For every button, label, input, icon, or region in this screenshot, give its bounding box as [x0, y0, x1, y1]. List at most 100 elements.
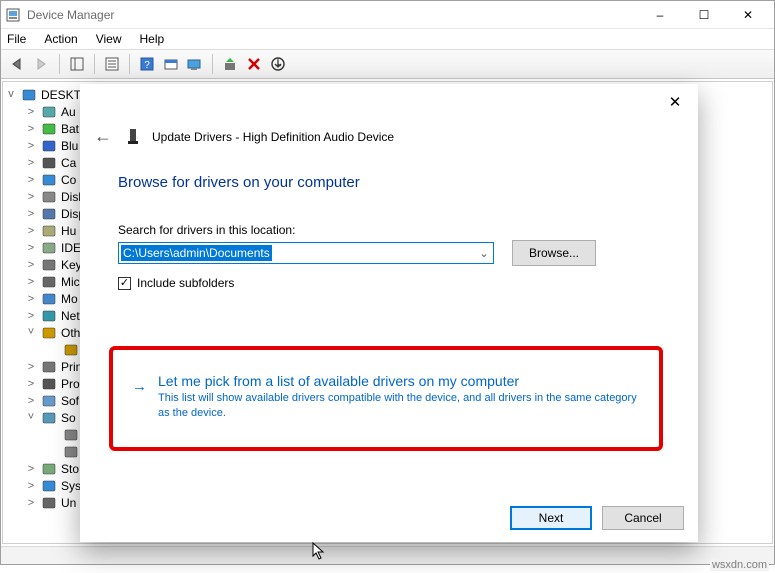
include-subfolders-checkbox[interactable]: ✓	[118, 277, 131, 290]
tree-item-label: Ca	[61, 156, 76, 170]
usb-icon	[41, 495, 57, 511]
window-icon[interactable]	[160, 53, 182, 75]
menu-bar: File Action View Help	[1, 29, 774, 49]
pick-from-list-option[interactable]: Let me pick from a list of available dri…	[132, 373, 642, 421]
tree-item-label: Key	[61, 258, 82, 272]
expand-icon[interactable]: >	[25, 140, 37, 152]
battery-icon	[41, 121, 57, 137]
uninstall-icon[interactable]	[243, 53, 265, 75]
chevron-down-icon[interactable]: ⌄	[475, 247, 493, 260]
tree-item-label: Pro	[61, 377, 80, 391]
update-driver-icon[interactable]	[219, 53, 241, 75]
window-minimize-button[interactable]: –	[638, 1, 682, 29]
titlebar: Device Manager – ☐ ✕	[1, 1, 774, 29]
expand-icon[interactable]: >	[25, 497, 37, 509]
expand-icon[interactable]: >	[25, 191, 37, 203]
dialog-close-button[interactable]: ✕	[658, 88, 692, 116]
tree-item-label: Mo	[61, 292, 78, 306]
expand-icon[interactable]: >	[25, 174, 37, 186]
expand-icon[interactable]: >	[25, 378, 37, 390]
expand-icon[interactable]: >	[25, 310, 37, 322]
tree-item-label: Sof	[61, 394, 79, 408]
help-icon[interactable]: ?	[136, 53, 158, 75]
bluetooth-icon	[41, 138, 57, 154]
back-arrow-icon[interactable]: ←	[90, 126, 116, 147]
expand-icon[interactable]: >	[25, 463, 37, 475]
driver-location-value: C:\Users\admin\Documents	[121, 245, 272, 261]
back-icon[interactable]	[7, 53, 29, 75]
system-icon	[41, 478, 57, 494]
forward-icon[interactable]	[31, 53, 53, 75]
expand-icon[interactable]: >	[25, 123, 37, 135]
status-bar	[1, 546, 774, 564]
app-icon	[5, 7, 21, 23]
menu-view[interactable]: View	[96, 30, 122, 49]
show-hide-tree-icon[interactable]	[66, 53, 88, 75]
expand-icon[interactable]: >	[25, 293, 37, 305]
expand-icon[interactable]: >	[25, 106, 37, 118]
toolbar-separator	[212, 54, 213, 74]
browse-button[interactable]: Browse...	[512, 240, 596, 266]
expand-icon[interactable]: >	[25, 242, 37, 254]
computer-icon	[41, 172, 57, 188]
expand-icon[interactable]: >	[25, 395, 37, 407]
driver-location-combobox[interactable]: C:\Users\admin\Documents ⌄	[118, 242, 494, 264]
tree-item-label: Bat	[61, 122, 79, 136]
expand-icon[interactable]: >	[25, 208, 37, 220]
storage-icon	[41, 461, 57, 477]
disk-icon	[41, 189, 57, 205]
root-icon	[21, 87, 37, 103]
collapse-icon[interactable]: ˅	[25, 326, 37, 338]
expand-icon[interactable]: >	[25, 157, 37, 169]
mouse-icon	[41, 274, 57, 290]
expand-icon[interactable]: >	[25, 259, 37, 271]
tree-item-label: Au	[61, 105, 76, 119]
menu-help[interactable]: Help	[140, 30, 165, 49]
menu-action[interactable]: Action	[44, 30, 77, 49]
tree-item-label: Co	[61, 173, 76, 187]
disable-icon[interactable]	[267, 53, 289, 75]
audio-icon	[41, 104, 57, 120]
window-close-button[interactable]: ✕	[726, 1, 770, 29]
tree-item-label: IDE	[61, 241, 81, 255]
sound-icon	[41, 410, 57, 426]
collapse-icon[interactable]: ˅	[25, 411, 37, 423]
unknown-device-icon	[63, 342, 79, 358]
dialog-header: ← Update Drivers - High Definition Audio…	[90, 126, 394, 147]
print-icon	[41, 359, 57, 375]
cursor-icon	[312, 542, 326, 560]
camera-icon	[41, 155, 57, 171]
expand-icon[interactable]: >	[25, 225, 37, 237]
ide-icon	[41, 240, 57, 256]
cancel-button[interactable]: Cancel	[602, 506, 684, 530]
watermark: wsxdn.com	[710, 559, 769, 571]
tree-item-label: Un	[61, 496, 76, 510]
monitor-icon	[41, 291, 57, 307]
include-subfolders-row[interactable]: ✓ Include subfolders	[118, 276, 234, 290]
processor-icon	[41, 376, 57, 392]
properties-icon[interactable]	[101, 53, 123, 75]
hid-icon	[41, 223, 57, 239]
window-title: Device Manager	[27, 8, 114, 22]
expand-icon[interactable]: >	[25, 276, 37, 288]
expand-icon[interactable]: v	[5, 88, 17, 100]
other-icon	[41, 325, 57, 341]
expand-icon[interactable]: >	[25, 480, 37, 492]
tree-item-label: Net	[61, 309, 80, 323]
window-maximize-button[interactable]: ☐	[682, 1, 726, 29]
pick-from-list-description: This list will show available drivers co…	[158, 391, 642, 421]
update-drivers-dialog: ✕ ← Update Drivers - High Definition Aud…	[80, 84, 698, 542]
menu-file[interactable]: File	[7, 30, 26, 49]
dialog-header-text: Update Drivers - High Definition Audio D…	[152, 130, 394, 144]
expand-icon[interactable]: >	[25, 361, 37, 373]
tree-item-label: Oth	[61, 326, 80, 340]
toolbar-separator	[59, 54, 60, 74]
include-subfolders-label: Include subfolders	[137, 276, 234, 290]
speaker-icon	[63, 427, 79, 443]
software-icon	[41, 393, 57, 409]
scan-hardware-icon[interactable]	[184, 53, 206, 75]
tree-item-label: Blu	[61, 139, 78, 153]
toolbar: ?	[1, 49, 774, 79]
tree-item-label: Mic	[61, 275, 80, 289]
next-button[interactable]: Next	[510, 506, 592, 530]
